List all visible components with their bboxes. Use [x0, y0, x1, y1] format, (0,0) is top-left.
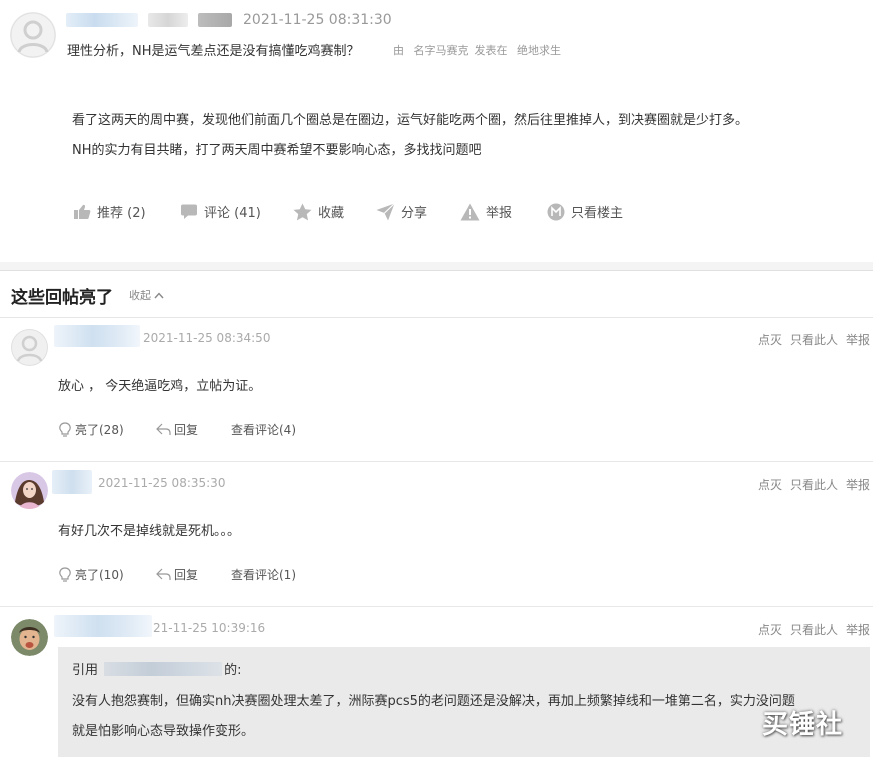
- view-comments-label: 查看评论(1): [231, 568, 296, 582]
- section-header: 这些回帖亮了 收起: [0, 270, 873, 318]
- view-comments-button[interactable]: 查看评论(1): [231, 566, 296, 583]
- author-only-button[interactable]: 只看楼主: [547, 202, 623, 221]
- quote-prefix: 引用: [72, 663, 99, 678]
- reply-avatar[interactable]: [11, 472, 48, 509]
- reply-time: 2021-11-25 08:34:50: [143, 331, 271, 345]
- collapse-label: 收起: [129, 289, 151, 302]
- quote-line: 就是怕影响心态导致操作变形。: [72, 724, 255, 739]
- light-button[interactable]: 亮了(28): [58, 421, 124, 438]
- quote-suffix: 的:: [224, 663, 242, 678]
- quote-line: 没有人抱怨赛制，但确实nh决赛圈处理太差了，洲际赛pcs5的老问题还是没解决，再…: [72, 694, 795, 709]
- post-body-line: NH的实力有目共睹，打了两天周中赛希望不要影响心态，多找找问题吧: [72, 143, 482, 158]
- meta-posted-in: 发表在: [474, 44, 508, 57]
- author-only-label: 只看楼主: [571, 206, 624, 221]
- watermark: 买锤社: [762, 710, 844, 740]
- quote-header: 引用 的:: [72, 659, 242, 678]
- report-link[interactable]: 举报: [846, 623, 870, 637]
- reply-avatar[interactable]: [11, 329, 48, 366]
- view-comments-button[interactable]: 查看评论(4): [231, 421, 296, 438]
- reply-item: 2021-11-25 08:34:50 点灭 只看此人 举报 放心 ， 今天绝逼吃鸡…: [0, 317, 873, 462]
- warning-icon: [460, 203, 480, 220]
- extinguish-link[interactable]: 点灭: [758, 478, 782, 492]
- section-title: 这些回帖亮了: [11, 288, 113, 308]
- reply-avatar[interactable]: [11, 619, 48, 656]
- lightbulb-icon: [59, 422, 71, 437]
- quote-text: 没有人抱怨赛制，但确实nh决赛圈处理太差了，洲际赛pcs5的老问题还是没解决，再…: [72, 687, 862, 747]
- post-body-line: 看了这两天的周中赛，发现他们前面几个圈总是在圈边，运气好能吃两个圈，然后往里推掉…: [72, 113, 749, 128]
- original-post: 2021-11-25 08:31:30 理性分析，NH是运气差点还是没有搞懂吃鸡…: [0, 0, 873, 262]
- recommend-label: 推荐 (2): [97, 206, 146, 221]
- meta-by: 由: [393, 44, 404, 57]
- post-time: 2021-11-25 08:31:30: [243, 12, 392, 28]
- reply-username-blurred[interactable]: [54, 325, 140, 347]
- comment-label: 评论 (41): [204, 206, 261, 221]
- default-user-icon: [10, 12, 56, 58]
- only-this-user-link[interactable]: 只看此人: [790, 333, 838, 347]
- post-body: 看了这两天的周中赛，发现他们前面几个圈总是在圈边，运气好能吃两个圈，然后往里推掉…: [72, 106, 748, 166]
- default-user-icon: [11, 329, 48, 366]
- reply-button[interactable]: 回复: [156, 566, 198, 583]
- reply-arrow-icon: [156, 423, 171, 435]
- star-icon: [293, 202, 312, 220]
- reply-label: 回复: [174, 423, 199, 437]
- extinguish-link[interactable]: 点灭: [758, 623, 782, 637]
- author-name-blurred[interactable]: [66, 13, 138, 27]
- only-this-user-link[interactable]: 只看此人: [790, 623, 838, 637]
- reply-item: 2021-11-25 08:35:30 点灭 只看此人 举报 有好几次不是掉线就是死…: [0, 462, 873, 607]
- reply-time: 21-11-25 10:39:16: [153, 621, 266, 635]
- quoted-user-blurred[interactable]: [104, 662, 223, 676]
- favorite-button[interactable]: 收藏: [293, 202, 344, 221]
- reply-arrow-icon: [156, 568, 171, 580]
- user-photo-icon: [11, 472, 48, 509]
- collapse-button[interactable]: 收起: [129, 287, 164, 303]
- reply-text: 放心 ， 今天绝逼吃鸡，立帖为证。: [58, 379, 262, 394]
- thumbs-up-icon: [74, 204, 91, 219]
- report-link[interactable]: 举报: [846, 333, 870, 347]
- extinguish-link[interactable]: 点灭: [758, 333, 782, 347]
- light-label: 亮了(28): [75, 423, 124, 437]
- only-this-user-link[interactable]: 只看此人: [790, 478, 838, 492]
- chevron-up-icon: [154, 291, 164, 298]
- user-photo-icon: [11, 619, 48, 656]
- author-badge-blurred: [198, 13, 232, 27]
- view-comments-label: 查看评论(4): [231, 423, 296, 437]
- reply-ops: 点灭 只看此人 举报: [750, 476, 870, 493]
- report-label: 举报: [486, 206, 513, 221]
- author-level-blurred: [148, 13, 188, 27]
- comment-button[interactable]: 评论 (41): [180, 202, 261, 221]
- favorite-label: 收藏: [318, 206, 345, 221]
- reply-ops: 点灭 只看此人 举报: [750, 621, 870, 638]
- post-meta: 由 名字马赛克 发表在 绝地求生: [393, 42, 567, 58]
- reply-time: 2021-11-25 08:35:30: [98, 476, 226, 490]
- reply-ops: 点灭 只看此人 举报: [750, 331, 870, 348]
- share-plane-icon: [376, 202, 395, 220]
- quote-block: 引用 的: 没有人抱怨赛制，但确实nh决赛圈处理太差了，洲际赛pcs5的老问题还…: [58, 647, 870, 757]
- report-button[interactable]: 举报: [460, 202, 512, 221]
- comment-icon: [181, 204, 197, 219]
- recommend-button[interactable]: 推荐 (2): [73, 202, 146, 221]
- post-title: 理性分析，NH是运气差点还是没有搞懂吃鸡赛制？: [67, 44, 360, 59]
- share-label: 分享: [401, 206, 428, 221]
- reply-username-blurred[interactable]: [54, 615, 152, 637]
- meta-author-link[interactable]: 名字马赛克: [414, 44, 469, 57]
- light-button[interactable]: 亮了(10): [58, 566, 124, 583]
- light-label: 亮了(10): [75, 568, 124, 582]
- meta-forum-link[interactable]: 绝地求生: [517, 44, 561, 57]
- author-only-icon: [547, 203, 565, 220]
- report-link[interactable]: 举报: [846, 478, 870, 492]
- reply-label: 回复: [174, 568, 199, 582]
- reply-text: 有好几次不是掉线就是死机。。。: [58, 524, 241, 539]
- reply-button[interactable]: 回复: [156, 421, 198, 438]
- author-avatar[interactable]: [10, 12, 56, 58]
- share-button[interactable]: 分享: [376, 202, 427, 221]
- reply-username-blurred[interactable]: [52, 470, 92, 494]
- lightbulb-icon: [59, 567, 71, 582]
